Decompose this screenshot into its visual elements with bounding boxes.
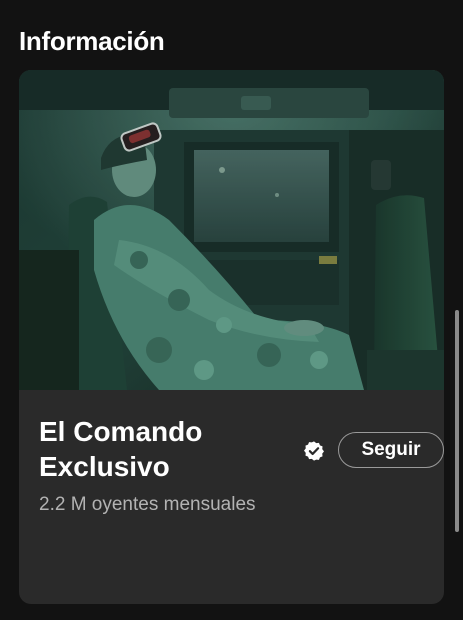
verified-badge-icon xyxy=(303,440,325,462)
artist-name[interactable]: El Comando Exclusivo xyxy=(39,414,279,484)
scrollbar[interactable] xyxy=(455,310,459,532)
follow-button[interactable]: Seguir xyxy=(338,432,444,468)
section-title: Información xyxy=(19,26,165,56)
artist-photo xyxy=(19,70,444,390)
artist-about-card[interactable]: El Comando Exclusivo Seguir 2.2 M oyente… xyxy=(19,70,444,604)
monthly-listeners: 2.2 M oyentes mensuales xyxy=(39,494,256,515)
